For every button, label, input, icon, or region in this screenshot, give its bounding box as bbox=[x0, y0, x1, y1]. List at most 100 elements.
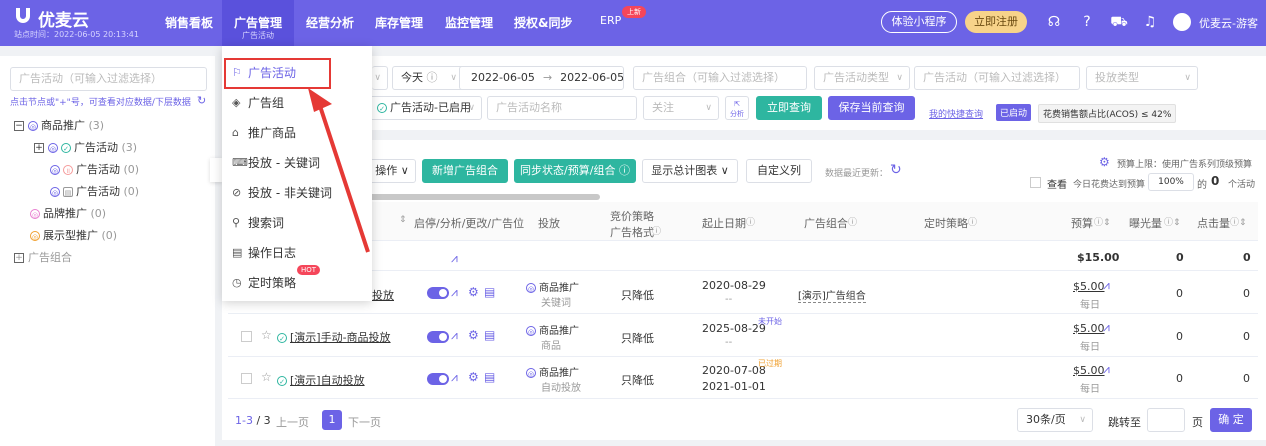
sp-icon: ◎ bbox=[50, 187, 60, 197]
trend-chart-icon[interactable]: ⩘ bbox=[451, 370, 458, 385]
status-toggle[interactable] bbox=[427, 331, 449, 343]
trend-chart-icon[interactable]: ⩘ bbox=[451, 285, 458, 300]
sidebar-collapse-handle[interactable] bbox=[210, 158, 222, 182]
sort-icon[interactable]: ⓘ⇕ bbox=[1094, 215, 1111, 228]
budget-check-checkbox[interactable] bbox=[1030, 177, 1041, 188]
trend-chart-icon[interactable]: ⩘ bbox=[1103, 278, 1110, 293]
sidebar-filter-input[interactable]: 广告活动（可输入过滤选择） bbox=[10, 67, 207, 91]
campaign-name-link[interactable]: 投放 bbox=[372, 287, 394, 303]
status-toggle[interactable] bbox=[427, 287, 449, 299]
nav-erp[interactable]: ERP bbox=[600, 14, 621, 27]
register-button[interactable]: 立即注册 bbox=[965, 11, 1027, 33]
gear-icon[interactable]: ⚙ bbox=[1099, 155, 1110, 169]
prev-page-button[interactable]: 上一页 bbox=[276, 414, 309, 430]
col-dates: 起止日期 bbox=[702, 217, 746, 230]
campaign-name-link[interactable]: ✓ [演示]自动投放 bbox=[277, 372, 365, 388]
budget-value[interactable]: $5.00 bbox=[1073, 364, 1105, 377]
save-query-button[interactable]: 保存当前查询 bbox=[828, 96, 915, 120]
period-select[interactable]: 今天 ⓘ ∨ bbox=[392, 66, 464, 90]
bid-strategy: 只降低 bbox=[621, 289, 654, 302]
placement-icon[interactable]: ▤ bbox=[484, 285, 495, 299]
confirm-button[interactable]: 确 定 bbox=[1210, 408, 1252, 432]
show-chart-button[interactable]: 显示总计图表 ∨ bbox=[642, 159, 738, 183]
sort-icon[interactable]: ⓘ⇕ bbox=[1164, 215, 1181, 228]
sync-button[interactable]: 同步状态/预算/组合 ⓘ bbox=[514, 159, 636, 183]
row-checkbox[interactable] bbox=[241, 373, 252, 384]
expand-icon[interactable]: + bbox=[14, 253, 24, 263]
refresh-icon[interactable]: ↻ bbox=[197, 94, 206, 107]
status-toggle[interactable] bbox=[427, 373, 449, 385]
enabled-tag[interactable]: 已启动 bbox=[996, 104, 1032, 121]
impressions-value: 0 bbox=[1176, 330, 1183, 343]
query-button[interactable]: 立即查询 bbox=[756, 96, 822, 120]
trend-chart-icon[interactable]: ⩘ bbox=[451, 328, 458, 343]
trend-chart-icon[interactable]: ⩘ bbox=[451, 251, 458, 266]
cart-icon[interactable]: ⛟ bbox=[1110, 13, 1128, 31]
tree-node-sb[interactable]: ◎ 品牌推广 (0) bbox=[30, 205, 106, 221]
budget-value[interactable]: $5.00 bbox=[1073, 280, 1105, 293]
follow-select[interactable]: 关注 ∨ bbox=[643, 96, 719, 120]
trend-chart-icon[interactable]: ⩘ bbox=[1103, 320, 1110, 335]
service-icon[interactable]: ☊ bbox=[1045, 13, 1063, 31]
date-range-picker[interactable]: 2022-06-05 → 2022-06-05 bbox=[459, 66, 624, 90]
targeting-type-select[interactable]: 投放类型 ∨ bbox=[1086, 66, 1198, 90]
sort-icon[interactable]: ⇕ bbox=[399, 215, 407, 225]
gear-icon[interactable]: ⚙ bbox=[468, 370, 479, 384]
campaign-filter[interactable]: 广告活动（可输入过滤选择） bbox=[914, 66, 1080, 90]
portfolio-filter[interactable]: 广告组合（可输入过滤选择） bbox=[633, 66, 807, 90]
campaign-type-select[interactable]: 广告活动类型 ∨ bbox=[814, 66, 910, 90]
campaign-name-link[interactable]: ✓ [演示]手动-商品投放 bbox=[277, 329, 391, 345]
gear-icon[interactable]: ⚙ bbox=[468, 285, 479, 299]
username[interactable]: 优麦云-游客 bbox=[1199, 15, 1258, 31]
mini-program-button[interactable]: 体验小程序 bbox=[881, 11, 957, 33]
sort-icon[interactable]: ⓘ⇕ bbox=[1230, 215, 1247, 228]
status-badge: 未开始 bbox=[758, 317, 782, 326]
placement-icon[interactable]: ▤ bbox=[484, 328, 495, 342]
expand-icon[interactable]: + bbox=[34, 143, 44, 153]
budget-value[interactable]: $5.00 bbox=[1073, 322, 1105, 335]
tree-node-portfolio[interactable]: + 广告组合 bbox=[14, 249, 72, 265]
bell-icon[interactable]: ♫ bbox=[1141, 13, 1159, 31]
tree-node-campaign-2[interactable]: ◎ ॥ 广告活动 (0) bbox=[50, 161, 139, 177]
sb-icon: ◎ bbox=[30, 209, 40, 219]
col-toggle: 启停/分析/更改/广告位 bbox=[414, 217, 525, 230]
nav-sales-board[interactable]: 销售看板 bbox=[165, 14, 213, 31]
nav-auth-sync[interactable]: 授权&同步 bbox=[514, 14, 572, 31]
gear-icon[interactable]: ⚙ bbox=[468, 328, 479, 342]
nav-monitoring[interactable]: 监控管理 bbox=[445, 14, 493, 31]
placement-icon[interactable]: ▤ bbox=[484, 370, 495, 384]
avatar[interactable] bbox=[1173, 13, 1191, 31]
update-refresh-icon[interactable]: ↻ bbox=[890, 162, 902, 178]
nav-ad-management-label: 广告管理 bbox=[234, 16, 283, 30]
collapse-icon[interactable]: − bbox=[14, 121, 24, 131]
star-icon[interactable]: ☆ bbox=[261, 328, 272, 342]
nav-inventory[interactable]: 库存管理 bbox=[375, 14, 423, 31]
percent-input[interactable]: 100% bbox=[1148, 173, 1194, 191]
tree-node-sp[interactable]: − ◎ 商品推广 (3) bbox=[14, 117, 104, 133]
tree-node-campaign-3[interactable]: ◎ ▤ 广告活动 (0) bbox=[50, 183, 139, 199]
star-icon[interactable]: ☆ bbox=[261, 370, 272, 384]
portfolio-link[interactable]: [演示]广告组合 bbox=[798, 287, 866, 303]
campaign-name-input[interactable]: 广告活动名称 bbox=[487, 96, 637, 120]
acos-tag[interactable]: 花费销售额占比(ACOS) ≤ 42% bbox=[1038, 104, 1177, 123]
custom-columns-button[interactable]: 自定义列 bbox=[746, 159, 812, 183]
tree-node-campaign-1[interactable]: + ◎ ✓ 广告活动 (3) bbox=[34, 139, 137, 155]
impressions-value: 0 bbox=[1176, 372, 1183, 385]
menu-label: 操作日志 bbox=[248, 246, 297, 260]
nav-ad-management[interactable]: 广告管理 广告活动 bbox=[222, 0, 294, 46]
row-checkbox[interactable] bbox=[241, 331, 252, 342]
help-icon[interactable]: ? bbox=[1078, 13, 1096, 31]
page-size-select[interactable]: 30条/页 ∨ bbox=[1017, 408, 1093, 432]
next-page-button[interactable]: 下一页 bbox=[348, 414, 381, 430]
page-size-value: 30条/页 bbox=[1026, 413, 1066, 426]
trend-chart-icon[interactable]: ⩘ bbox=[1103, 362, 1110, 377]
jump-page-input[interactable] bbox=[1147, 408, 1185, 432]
nav-business-analysis[interactable]: 经营分析 bbox=[306, 14, 354, 31]
tree-label: 品牌推广 bbox=[43, 207, 87, 220]
add-portfolio-button[interactable]: 新增广告组合 bbox=[422, 159, 508, 183]
my-shortcut-link[interactable]: 我的快捷查询 bbox=[929, 107, 983, 120]
tree-node-sd[interactable]: ◎ 展示型推广 (0) bbox=[30, 227, 117, 243]
status-select[interactable]: ✓ 广告活动-已启用 ∨ bbox=[368, 96, 482, 120]
page-1-button[interactable]: 1 bbox=[322, 410, 342, 430]
analysis-button[interactable]: ⇱ 分析 bbox=[725, 96, 749, 120]
